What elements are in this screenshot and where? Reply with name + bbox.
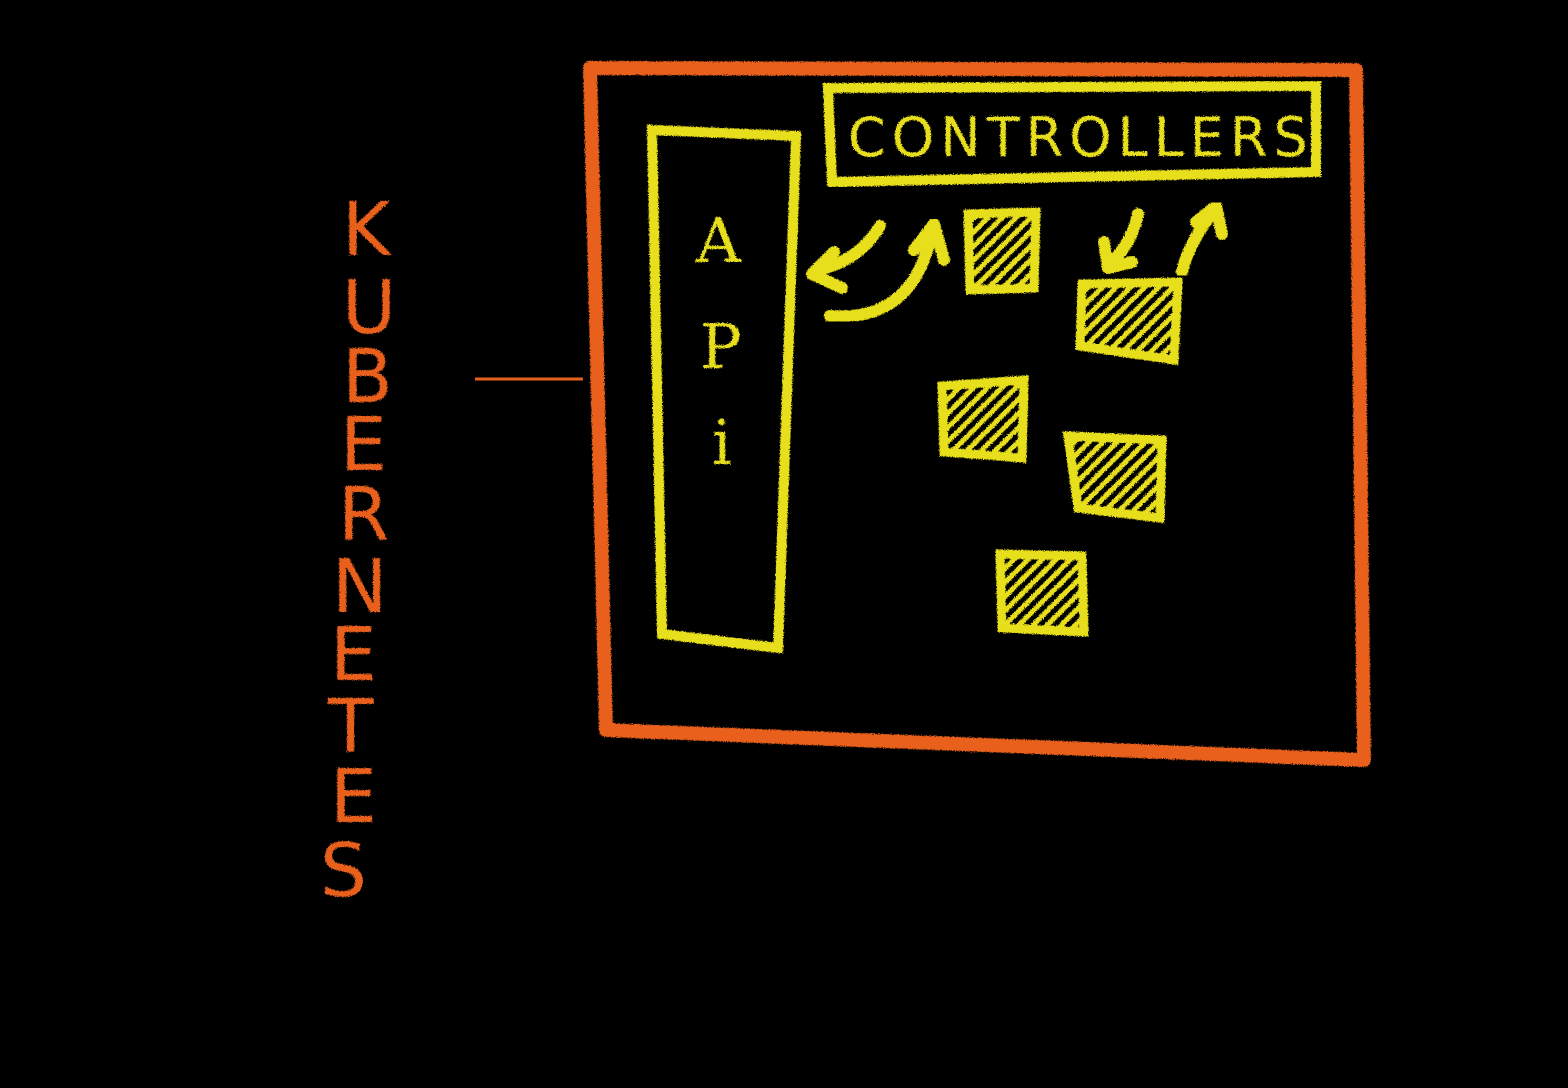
kubernetes-letter: S (320, 828, 367, 914)
controllers-label: CONTROLLERS (848, 106, 1314, 169)
kubernetes-vertical-label: K U B E R N E T E S (320, 187, 396, 914)
connector-line (473, 371, 585, 387)
api-letter: i (712, 406, 732, 479)
resource-box (995, 549, 1089, 637)
api-letter: P (700, 310, 742, 383)
resource-box (937, 375, 1029, 463)
diagram-canvas: K U B E R N E T E S CONTROLLERS A P i (0, 0, 1568, 1088)
kubernetes-sketch: K U B E R N E T E S CONTROLLERS A P i (320, 61, 1371, 914)
resource-arrows (1098, 200, 1228, 278)
api-letter: A (695, 204, 742, 277)
arrow-resource-down (1106, 208, 1144, 268)
api-controller-arrows (806, 218, 950, 323)
api-label: A P i (695, 204, 742, 479)
resource-box (963, 207, 1041, 295)
resource-box (1075, 277, 1183, 366)
resource-box (1062, 431, 1167, 524)
kubernetes-letter: K (342, 187, 393, 273)
resource-boxes (937, 207, 1183, 637)
